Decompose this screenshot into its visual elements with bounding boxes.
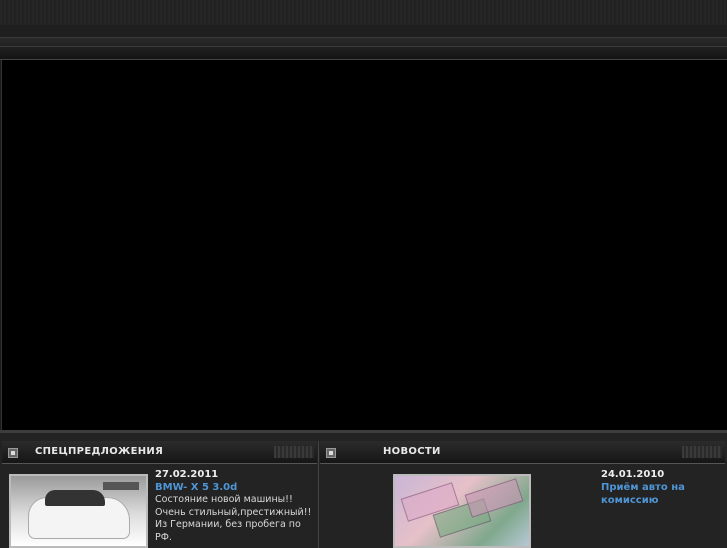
news-header: НОВОСТИ [320,441,725,464]
top-bar [0,0,727,25]
special-offer-image[interactable] [9,474,148,548]
panel-bullet-icon [326,448,336,458]
news-date: 24.01.2010 [601,469,665,480]
header-band [0,25,727,38]
dealer-sign [103,482,139,490]
banknote-shape [464,478,524,518]
nav-bar [0,38,727,60]
specials-header: СПЕЦПРЕДЛОЖЕНИЯ [2,441,317,464]
header-decoration [274,446,314,458]
special-offer-link[interactable]: BMW- X 5 3.0d [155,481,237,494]
specials-title: СПЕЦПРЕДЛОЖЕНИЯ [35,446,164,457]
news-image[interactable] [393,474,531,548]
special-offer-date: 27.02.2011 [155,469,219,480]
video-area[interactable] [1,60,727,430]
special-offer-description: Состояние новой машины!! Очень стильный,… [155,494,312,543]
bottom-panels: СПЕЦПРЕДЛОЖЕНИЯ НОВОСТИ 27.02.2011 BMW- … [0,430,727,548]
header-decoration [682,446,722,458]
panel-divider [318,441,319,548]
car-window [45,490,105,506]
news-link[interactable]: Приём авто на комиссию [601,481,711,507]
panel-bullet-icon [8,448,18,458]
news-title: НОВОСТИ [383,446,441,457]
